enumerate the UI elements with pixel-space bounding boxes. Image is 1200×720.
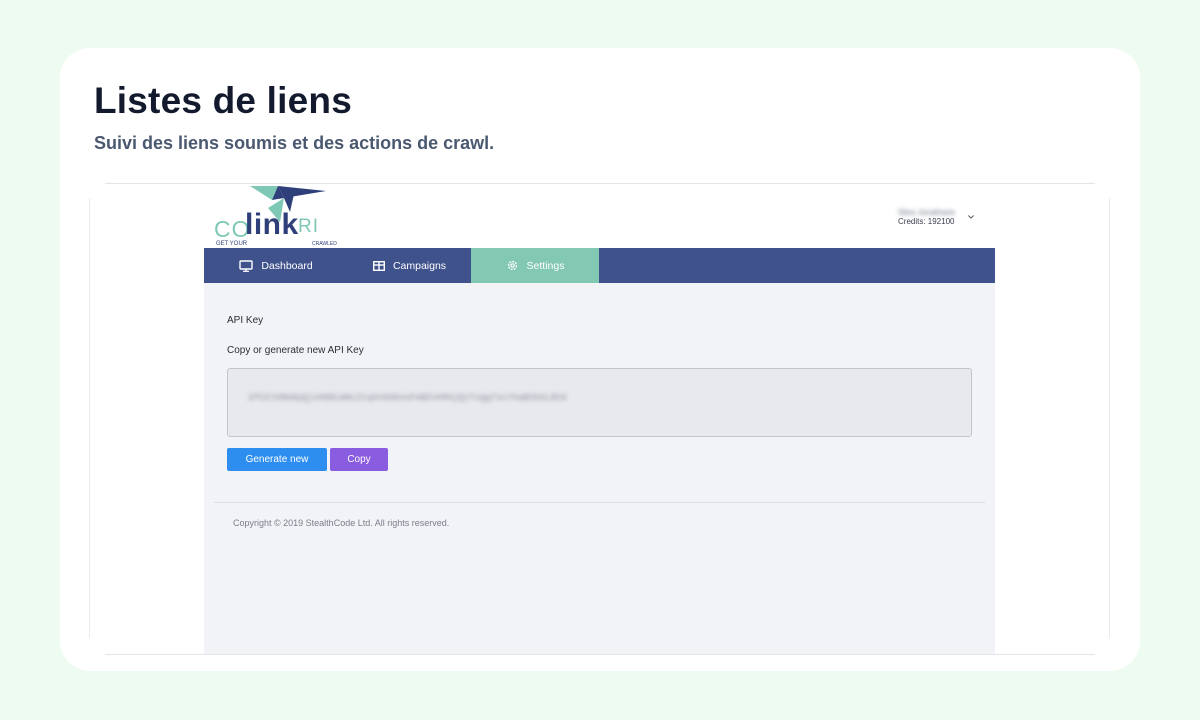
nav-label: Campaigns xyxy=(392,259,447,272)
main-nav: Dashboard Campaigns Settings xyxy=(204,248,995,283)
section-heading: API Key xyxy=(227,315,264,326)
logo[interactable]: CO link RI GET YOUR CRAWLED xyxy=(212,186,337,248)
table-icon xyxy=(372,260,385,271)
nav-item-dashboard[interactable]: Dashboard xyxy=(204,248,348,283)
page-title: Listes de liens xyxy=(94,80,352,121)
section-description: Copy or generate new API Key xyxy=(227,345,364,356)
credits-balance: Credits: 192100 xyxy=(898,217,955,226)
nav-item-settings[interactable]: Settings xyxy=(471,248,599,283)
gear-icon xyxy=(507,260,517,271)
divider xyxy=(89,198,90,638)
generate-new-button[interactable]: Generate new xyxy=(227,448,327,471)
monitor-icon xyxy=(239,259,254,272)
app-header: CO link RI GET YOUR CRAWLED Silva Jonath… xyxy=(204,184,995,248)
logo-tagline: CRAWLED xyxy=(312,241,337,247)
logo-tagline: GET YOUR xyxy=(216,241,248,247)
logo-text-ri: RI xyxy=(298,216,319,237)
nav-item-campaigns[interactable]: Campaigns xyxy=(348,248,471,283)
user-name: Silva Jonathane xyxy=(898,208,955,217)
api-key-value: 3fCOlkRm8pQjxH0DLW8cZtqXn9dkAsFeBZvkM4jQ… xyxy=(248,393,567,403)
settings-content: API Key Copy or generate new API Key 3fC… xyxy=(204,283,995,654)
logo-text-link: link xyxy=(245,208,299,241)
divider xyxy=(105,654,1095,655)
app-screenshot: CO link RI GET YOUR CRAWLED Silva Jonath… xyxy=(204,184,995,654)
nav-label: Settings xyxy=(526,259,565,272)
nav-label: Dashboard xyxy=(261,259,313,272)
api-key-field[interactable]: 3fCOlkRm8pQjxH0DLW8cZtqXn9dkAsFeBZvkM4jQ… xyxy=(227,368,972,437)
copy-button[interactable]: Copy xyxy=(330,448,388,471)
chevron-down-icon[interactable] xyxy=(968,215,974,219)
divider xyxy=(214,502,985,503)
copyright-text: Copyright © 2019 StealthCode Ltd. All ri… xyxy=(233,518,450,528)
page-subtitle: Suivi des liens soumis et des actions de… xyxy=(94,133,495,153)
divider xyxy=(1109,198,1110,638)
user-menu[interactable]: Silva Jonathane Credits: 192100 xyxy=(898,208,978,230)
content-card: Listes de liens Suivi des liens soumis e… xyxy=(60,48,1140,671)
